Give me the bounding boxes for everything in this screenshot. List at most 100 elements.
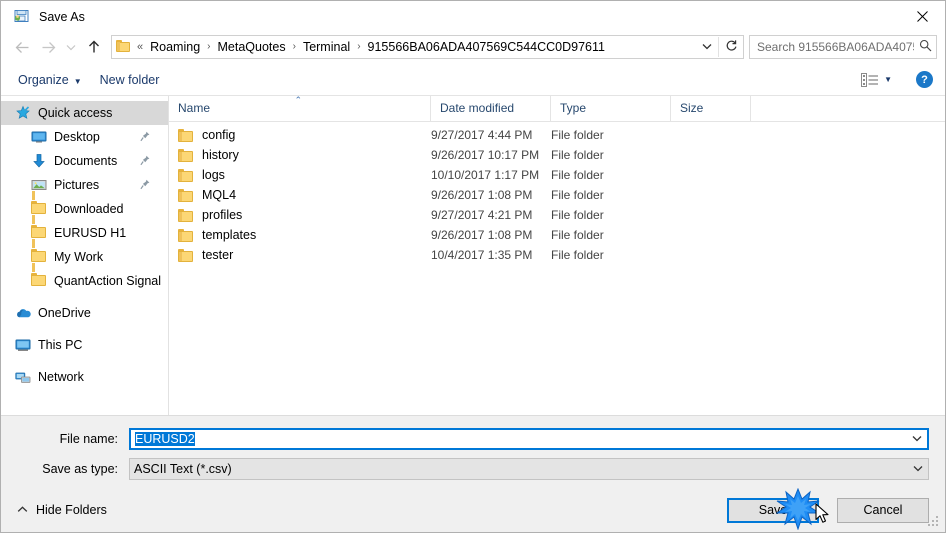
table-row[interactable]: config 9/27/2017 4:44 PM File folder (169, 125, 945, 145)
help-button[interactable]: ? (916, 71, 933, 88)
folder-icon (31, 263, 47, 289)
column-header-date-modified[interactable]: Date modified (431, 96, 551, 121)
resize-grip[interactable] (928, 516, 940, 528)
network-icon (15, 369, 31, 385)
file-name-input[interactable]: EURUSD2 (129, 428, 929, 450)
hide-folders-button[interactable]: Hide Folders (17, 503, 107, 517)
pin-icon[interactable] (140, 131, 150, 145)
table-row[interactable]: history 9/26/2017 10:17 PM File folder (169, 145, 945, 165)
change-view-button[interactable]: ▼ (855, 70, 898, 90)
cancel-button[interactable]: Cancel (837, 497, 929, 523)
file-name-value-wrap: EURUSD2 (131, 432, 907, 446)
breadcrumb-overflow[interactable]: « (134, 36, 145, 58)
title-bar: Save As (1, 1, 945, 32)
sidebar-item-network[interactable]: Network (1, 365, 168, 389)
file-name-value: EURUSD2 (135, 432, 195, 446)
breadcrumb-item-roaming[interactable]: Roaming (145, 36, 205, 58)
sidebar-item-label: Downloaded (54, 202, 124, 216)
file-name: MQL4 (202, 188, 237, 202)
column-header-size[interactable]: Size (671, 96, 751, 121)
file-name-cell: MQL4 (169, 188, 431, 202)
save-as-type-select[interactable]: ASCII Text (*.csv) (129, 458, 929, 480)
sidebar-item-label: Desktop (54, 130, 100, 144)
table-row[interactable]: tester 10/4/2017 1:35 PM File folder (169, 245, 945, 265)
close-button[interactable] (899, 1, 945, 32)
sidebar-item-label: Pictures (54, 178, 100, 192)
sidebar-item-quick-access[interactable]: Quick access (1, 101, 168, 125)
breadcrumb-separator-icon[interactable]: › (205, 36, 212, 58)
column-header-type[interactable]: Type (551, 96, 671, 121)
breadcrumb-separator-icon[interactable]: › (291, 36, 298, 58)
address-folder-icon (116, 40, 132, 54)
sidebar-item-desktop[interactable]: Desktop (1, 125, 168, 149)
file-name: tester (202, 248, 234, 262)
table-row[interactable]: profiles 9/27/2017 4:21 PM File folder (169, 205, 945, 225)
breadcrumb-item-guid[interactable]: 915566BA06ADA407569C544CC0D97611 (363, 36, 610, 58)
sidebar-item-onedrive[interactable]: OneDrive (1, 301, 168, 325)
address-bar[interactable]: « Roaming › MetaQuotes › Terminal › 9155… (111, 35, 744, 59)
refresh-button[interactable] (719, 39, 743, 55)
recent-locations-button[interactable] (61, 35, 81, 59)
chevron-down-icon: ▼ (73, 76, 82, 86)
pin-icon[interactable] (140, 179, 150, 193)
save-button[interactable]: Save (727, 497, 819, 523)
file-name-cell: history (169, 148, 431, 162)
file-name: config (202, 128, 236, 142)
forward-button[interactable] (35, 35, 61, 59)
folder-icon (178, 208, 193, 222)
chevron-down-icon (66, 44, 76, 50)
folder-icon (178, 128, 193, 142)
breadcrumb-item-metaquotes[interactable]: MetaQuotes (213, 36, 291, 58)
chevron-down-icon: ▼ (884, 75, 892, 84)
save-form: File name: EURUSD2 Save as type: ASCII T… (1, 415, 945, 488)
save-as-type-row: Save as type: ASCII Text (*.csv) (17, 458, 929, 480)
new-folder-button[interactable]: New folder (91, 70, 169, 90)
sidebar-item-label: QuantAction Signal (54, 274, 162, 288)
sidebar-item-downloaded[interactable]: Downloaded (1, 191, 168, 221)
address-dropdown-button[interactable] (696, 42, 718, 52)
sidebar-item-documents[interactable]: Documents (1, 149, 168, 173)
chevron-down-icon[interactable] (908, 464, 928, 474)
sidebar-item-quantaction-signal[interactable]: QuantAction Signal (1, 263, 168, 293)
sidebar-item-pictures[interactable]: Pictures (1, 173, 168, 197)
search-box[interactable]: Search 915566BA06ADA40756... (749, 35, 937, 59)
column-label: Size (680, 101, 704, 115)
table-row[interactable]: templates 9/26/2017 1:08 PM File folder (169, 225, 945, 245)
sidebar-item-my-work[interactable]: My Work (1, 239, 168, 269)
sidebar-item-label: OneDrive (38, 306, 91, 320)
file-type: File folder (551, 228, 604, 242)
file-date: 10/10/2017 1:17 PM (431, 168, 540, 182)
file-date: 9/26/2017 10:17 PM (431, 148, 540, 162)
search-input[interactable]: Search 915566BA06ADA40756... (750, 40, 914, 54)
table-row[interactable]: logs 10/10/2017 1:17 PM File folder (169, 165, 945, 185)
folder-icon (178, 148, 193, 162)
close-icon (916, 11, 928, 22)
forward-arrow-icon (42, 41, 55, 53)
file-type: File folder (551, 188, 604, 202)
file-name: profiles (202, 208, 243, 222)
pin-icon[interactable] (140, 155, 150, 169)
table-row[interactable]: MQL4 9/26/2017 1:08 PM File folder (169, 185, 945, 205)
file-name-cell: profiles (169, 208, 431, 222)
organize-button[interactable]: Organize ▼ (9, 70, 91, 90)
quick-access-star-icon (15, 105, 31, 121)
sidebar-item-this-pc[interactable]: This PC (1, 333, 168, 357)
file-name-cell: tester (169, 248, 431, 262)
save-as-icon (12, 8, 30, 26)
breadcrumb-item-terminal[interactable]: Terminal (298, 36, 355, 58)
sidebar-item-label: Documents (54, 154, 118, 168)
breadcrumb-separator-icon[interactable]: › (355, 36, 362, 58)
up-button[interactable] (81, 35, 107, 59)
save-as-type-value: ASCII Text (*.csv) (134, 462, 232, 476)
sidebar-item-eurusd-h1[interactable]: EURUSD H1 (1, 215, 168, 245)
back-button[interactable] (9, 35, 35, 59)
chevron-down-icon[interactable] (907, 434, 927, 444)
file-date: 10/4/2017 1:35 PM (431, 248, 533, 262)
back-arrow-icon (15, 41, 28, 53)
column-header-name[interactable]: ⌃ Name (169, 96, 431, 121)
documents-arrow-icon (31, 153, 47, 169)
folder-icon (178, 248, 193, 262)
column-label: Date modified (440, 101, 515, 115)
file-type: File folder (551, 128, 604, 142)
